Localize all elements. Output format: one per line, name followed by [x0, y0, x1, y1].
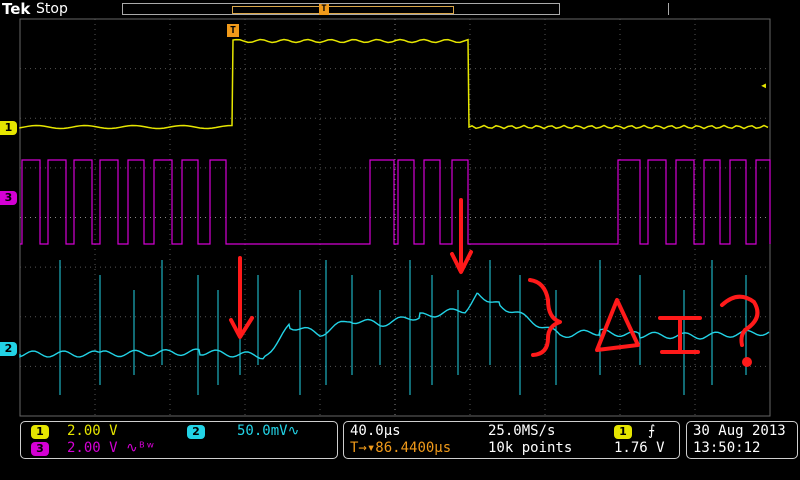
ch3-scale: 2.00 V ∿ᴮʷ — [67, 440, 155, 456]
ch3-badge: 3 — [31, 442, 49, 456]
sample-rate: 25.0MS/s — [488, 423, 556, 439]
ch2-scale: 50.0mV∿ — [237, 423, 300, 439]
trigger-source-badge: 1 — [614, 425, 632, 439]
date: 30 Aug 2013 — [693, 423, 786, 439]
horizontal-readout[interactable]: 40.0µs 25.0MS/s T→▾86.4400µs 10k points … — [343, 421, 680, 459]
ch2-coupling-icon: ∿ — [287, 423, 300, 439]
waveform-display[interactable] — [0, 0, 800, 418]
trigger-level: 1.76 V — [614, 440, 665, 456]
ch2-trace — [19, 292, 770, 360]
readout-panel: 1 2.00 V 2 50.0mV∿ 3 2.00 V ∿ᴮʷ 40.0µs 2… — [0, 418, 800, 480]
vertical-readout[interactable]: 1 2.00 V 2 50.0mV∿ 3 2.00 V ∿ᴮʷ — [20, 421, 338, 459]
ch3-trace — [20, 159, 771, 245]
ch1-trace — [19, 38, 769, 130]
ch2-badge: 2 — [187, 425, 205, 439]
trigger-level-arrow: ◂ — [760, 78, 768, 92]
datetime-readout: 30 Aug 2013 13:50:12 — [686, 421, 798, 459]
rising-edge-icon: ⨍ — [648, 423, 656, 439]
ch3-coupling-icon: ∿ᴮʷ — [126, 440, 155, 456]
ch3-ground-marker[interactable]: 3 — [0, 191, 17, 205]
trigger-position: T→▾86.4400µs — [350, 440, 452, 456]
arrow-left — [229, 256, 254, 339]
question-annotation — [720, 294, 760, 347]
record-length: 10k points — [488, 440, 573, 456]
time-per-division: 40.0µs — [350, 423, 401, 439]
ch1-badge: 1 — [31, 425, 49, 439]
graticule — [19, 18, 771, 417]
ch2-ground-marker[interactable]: 2 — [0, 342, 17, 356]
ch1-scale: 2.00 V — [67, 423, 118, 439]
hand-annotations — [229, 198, 760, 367]
trigger-offset-icon: T→▾ — [350, 440, 376, 456]
i-annotation — [658, 316, 702, 354]
delta-annotation — [595, 298, 640, 352]
trigger-position-marker: T — [227, 24, 239, 37]
ch1-ground-marker[interactable]: 1 — [0, 121, 17, 135]
time: 13:50:12 — [693, 440, 761, 456]
